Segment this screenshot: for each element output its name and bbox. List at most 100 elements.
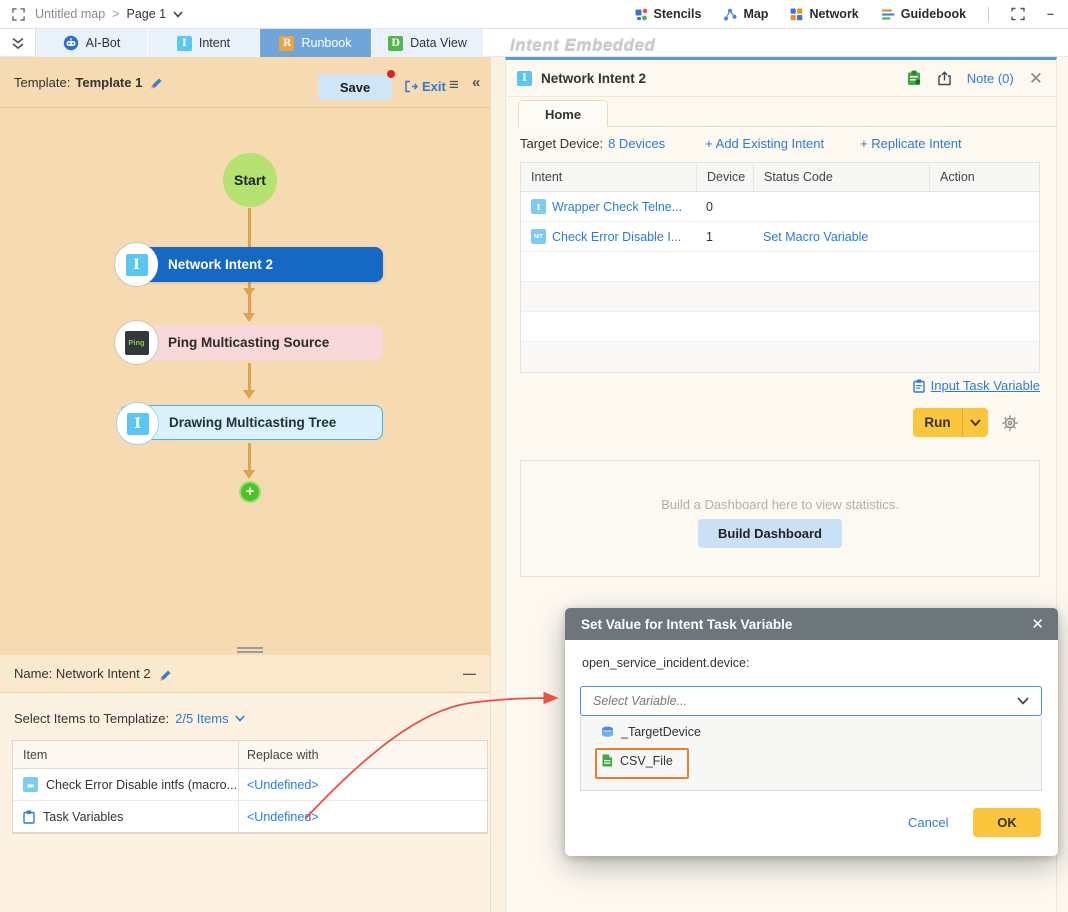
table-row[interactable]: I Wrapper Check Telne... 0	[521, 192, 1039, 222]
intent-link[interactable]: Wrapper Check Telne...	[552, 200, 682, 214]
flow-node-label: Ping Multicasting Source	[168, 335, 330, 350]
undefined-link[interactable]: <Undefined>	[247, 778, 319, 792]
flow-node-drawing-tree[interactable]: I Drawing Multicasting Tree	[116, 402, 383, 445]
empty-row	[521, 312, 1039, 342]
share-icon[interactable]	[937, 70, 952, 86]
tab-ai-bot[interactable]: AI-Bot	[36, 29, 148, 57]
intent-icon: I	[176, 35, 192, 51]
expand-map-icon[interactable]	[12, 7, 25, 21]
chevron-down-icon[interactable]	[173, 10, 183, 18]
tab-home[interactable]: Home	[518, 100, 608, 127]
table-row[interactable]: NIT Check Error Disable I... 1 Set Macro…	[521, 222, 1039, 252]
modal-close-icon[interactable]: ✕	[1031, 615, 1044, 633]
flow-connector	[248, 363, 251, 390]
item-label: Check Error Disable intfs (macro...	[46, 777, 238, 792]
cancel-button[interactable]: Cancel	[908, 815, 948, 830]
dashboard-hint-text: Build a Dashboard here to view statistic…	[661, 497, 899, 512]
dashboard-placeholder: Build a Dashboard here to view statistic…	[520, 460, 1040, 577]
run-button[interactable]: Run	[913, 408, 988, 437]
macro-icon: ▬	[23, 777, 38, 792]
collapse-section-icon[interactable]: —	[463, 666, 476, 681]
save-button[interactable]: Save	[318, 74, 392, 100]
runbook-icon: R	[279, 35, 295, 51]
run-options-chevron-icon[interactable]	[970, 418, 981, 427]
item-label: Task Variables	[43, 809, 124, 824]
replicate-intent-link[interactable]: + Replicate Intent	[860, 136, 962, 151]
run-settings-gear-icon[interactable]	[1001, 414, 1019, 432]
target-device-row: Target Device: 8 Devices + Add Existing …	[520, 134, 1050, 152]
modal-header[interactable]: Set Value for Intent Task Variable ✕	[565, 608, 1058, 640]
edit-template-icon[interactable]	[149, 75, 163, 89]
intent-embedded-watermark: Intent Embedded	[510, 36, 656, 55]
tab-intent[interactable]: I Intent	[148, 29, 260, 57]
flow-start-node[interactable]: Start	[223, 153, 277, 207]
tab-data-view[interactable]: D Data View	[372, 29, 484, 57]
table-row[interactable]: ▬ Check Error Disable intfs (macro... <U…	[13, 769, 487, 801]
panel-resize-handle[interactable]	[237, 651, 263, 653]
tab-runbook[interactable]: R Runbook	[260, 29, 372, 57]
intent-name-label: Name: Network Intent 2	[14, 666, 151, 681]
add-existing-intent-link[interactable]: + Add Existing Intent	[705, 136, 824, 151]
breadcrumb: Untitled map > Page 1	[35, 7, 183, 21]
panel-resize-handle[interactable]	[237, 647, 263, 649]
intent-link[interactable]: Check Error Disable I...	[552, 230, 681, 244]
intent-table: Intent Device Status Code Action I Wrapp…	[520, 162, 1040, 373]
templatize-table: Item Replace with ▬ Check Error Disable …	[12, 740, 488, 834]
edit-name-icon[interactable]	[158, 667, 172, 681]
intent-badge-icon: NIT	[531, 229, 546, 244]
close-panel-icon[interactable]: ✕	[1029, 70, 1043, 87]
flow-connector	[248, 284, 251, 313]
build-dashboard-button[interactable]: Build Dashboard	[698, 519, 842, 548]
task-variable-icon	[912, 379, 925, 393]
empty-row	[521, 282, 1039, 312]
templatize-row: Select Items to Templatize: 2/5 Items	[14, 711, 245, 726]
menu-item-map[interactable]: Map	[723, 7, 768, 21]
breadcrumb-page[interactable]: Page 1	[127, 7, 167, 21]
template-label: Template:	[14, 74, 71, 90]
minimize-icon[interactable]: –	[1047, 7, 1054, 21]
column-header-status-code: Status Code	[753, 163, 929, 191]
menu-icon[interactable]: ≡	[449, 75, 459, 95]
flow-node-ping-source[interactable]: Ping Ping Multicasting Source	[115, 321, 383, 364]
chevron-down-icon[interactable]	[234, 715, 245, 722]
exit-link[interactable]: Exit	[404, 79, 446, 94]
target-device-count-link[interactable]: 8 Devices	[608, 136, 665, 151]
ai-bot-icon	[63, 35, 78, 51]
menu-item-stencils[interactable]: Stencils	[635, 7, 701, 21]
flow-connector	[248, 443, 251, 470]
option-csv-file[interactable]: CSV_File	[581, 746, 1041, 775]
network-icon	[790, 8, 803, 20]
templatize-table-header: Item Replace with	[13, 741, 487, 769]
input-task-variable-row: Input Task Variable	[880, 378, 1040, 393]
column-header-item: Item	[13, 741, 239, 768]
csv-file-icon	[602, 754, 612, 767]
ping-node-icon: Ping	[115, 321, 158, 364]
templatize-count-link[interactable]: 2/5 Items	[175, 711, 228, 726]
option-target-device[interactable]: _TargetDevice	[581, 717, 1041, 746]
focus-mode-icon[interactable]	[1011, 7, 1025, 21]
flow-node-label: Network Intent 2	[168, 257, 274, 272]
table-row[interactable]: Task Variables <Undefined>	[13, 801, 487, 833]
exit-icon	[405, 80, 418, 93]
collapse-panel-icon[interactable]: «	[472, 74, 480, 91]
undefined-link[interactable]: <Undefined>	[247, 810, 319, 824]
ok-button[interactable]: OK	[973, 808, 1041, 837]
set-macro-variable-link[interactable]: Set Macro Variable	[763, 230, 868, 244]
menu-item-guidebook[interactable]: Guidebook	[881, 7, 966, 21]
collapse-tabs-icon[interactable]	[0, 29, 36, 57]
variable-options-list: _TargetDevice CSV_File	[580, 717, 1042, 791]
device-count: 1	[706, 229, 713, 244]
add-node-button[interactable]: +	[239, 481, 261, 503]
intent-detail-title: Network Intent 2	[541, 70, 647, 86]
tab-row-border	[607, 126, 1057, 127]
unsaved-changes-dot	[387, 70, 395, 78]
variable-select[interactable]: Select Variable...	[580, 686, 1042, 716]
map-icon	[724, 8, 737, 20]
note-link[interactable]: Note (0)	[967, 71, 1014, 86]
input-task-variable-link[interactable]: Input Task Variable	[931, 378, 1040, 393]
breadcrumb-map[interactable]: Untitled map	[35, 7, 105, 21]
schedule-icon[interactable]	[907, 70, 922, 86]
menu-item-network[interactable]: Network	[790, 7, 859, 21]
flow-node-label: Drawing Multicasting Tree	[169, 415, 337, 430]
flow-node-network-intent[interactable]: I Network Intent 2	[115, 243, 383, 286]
